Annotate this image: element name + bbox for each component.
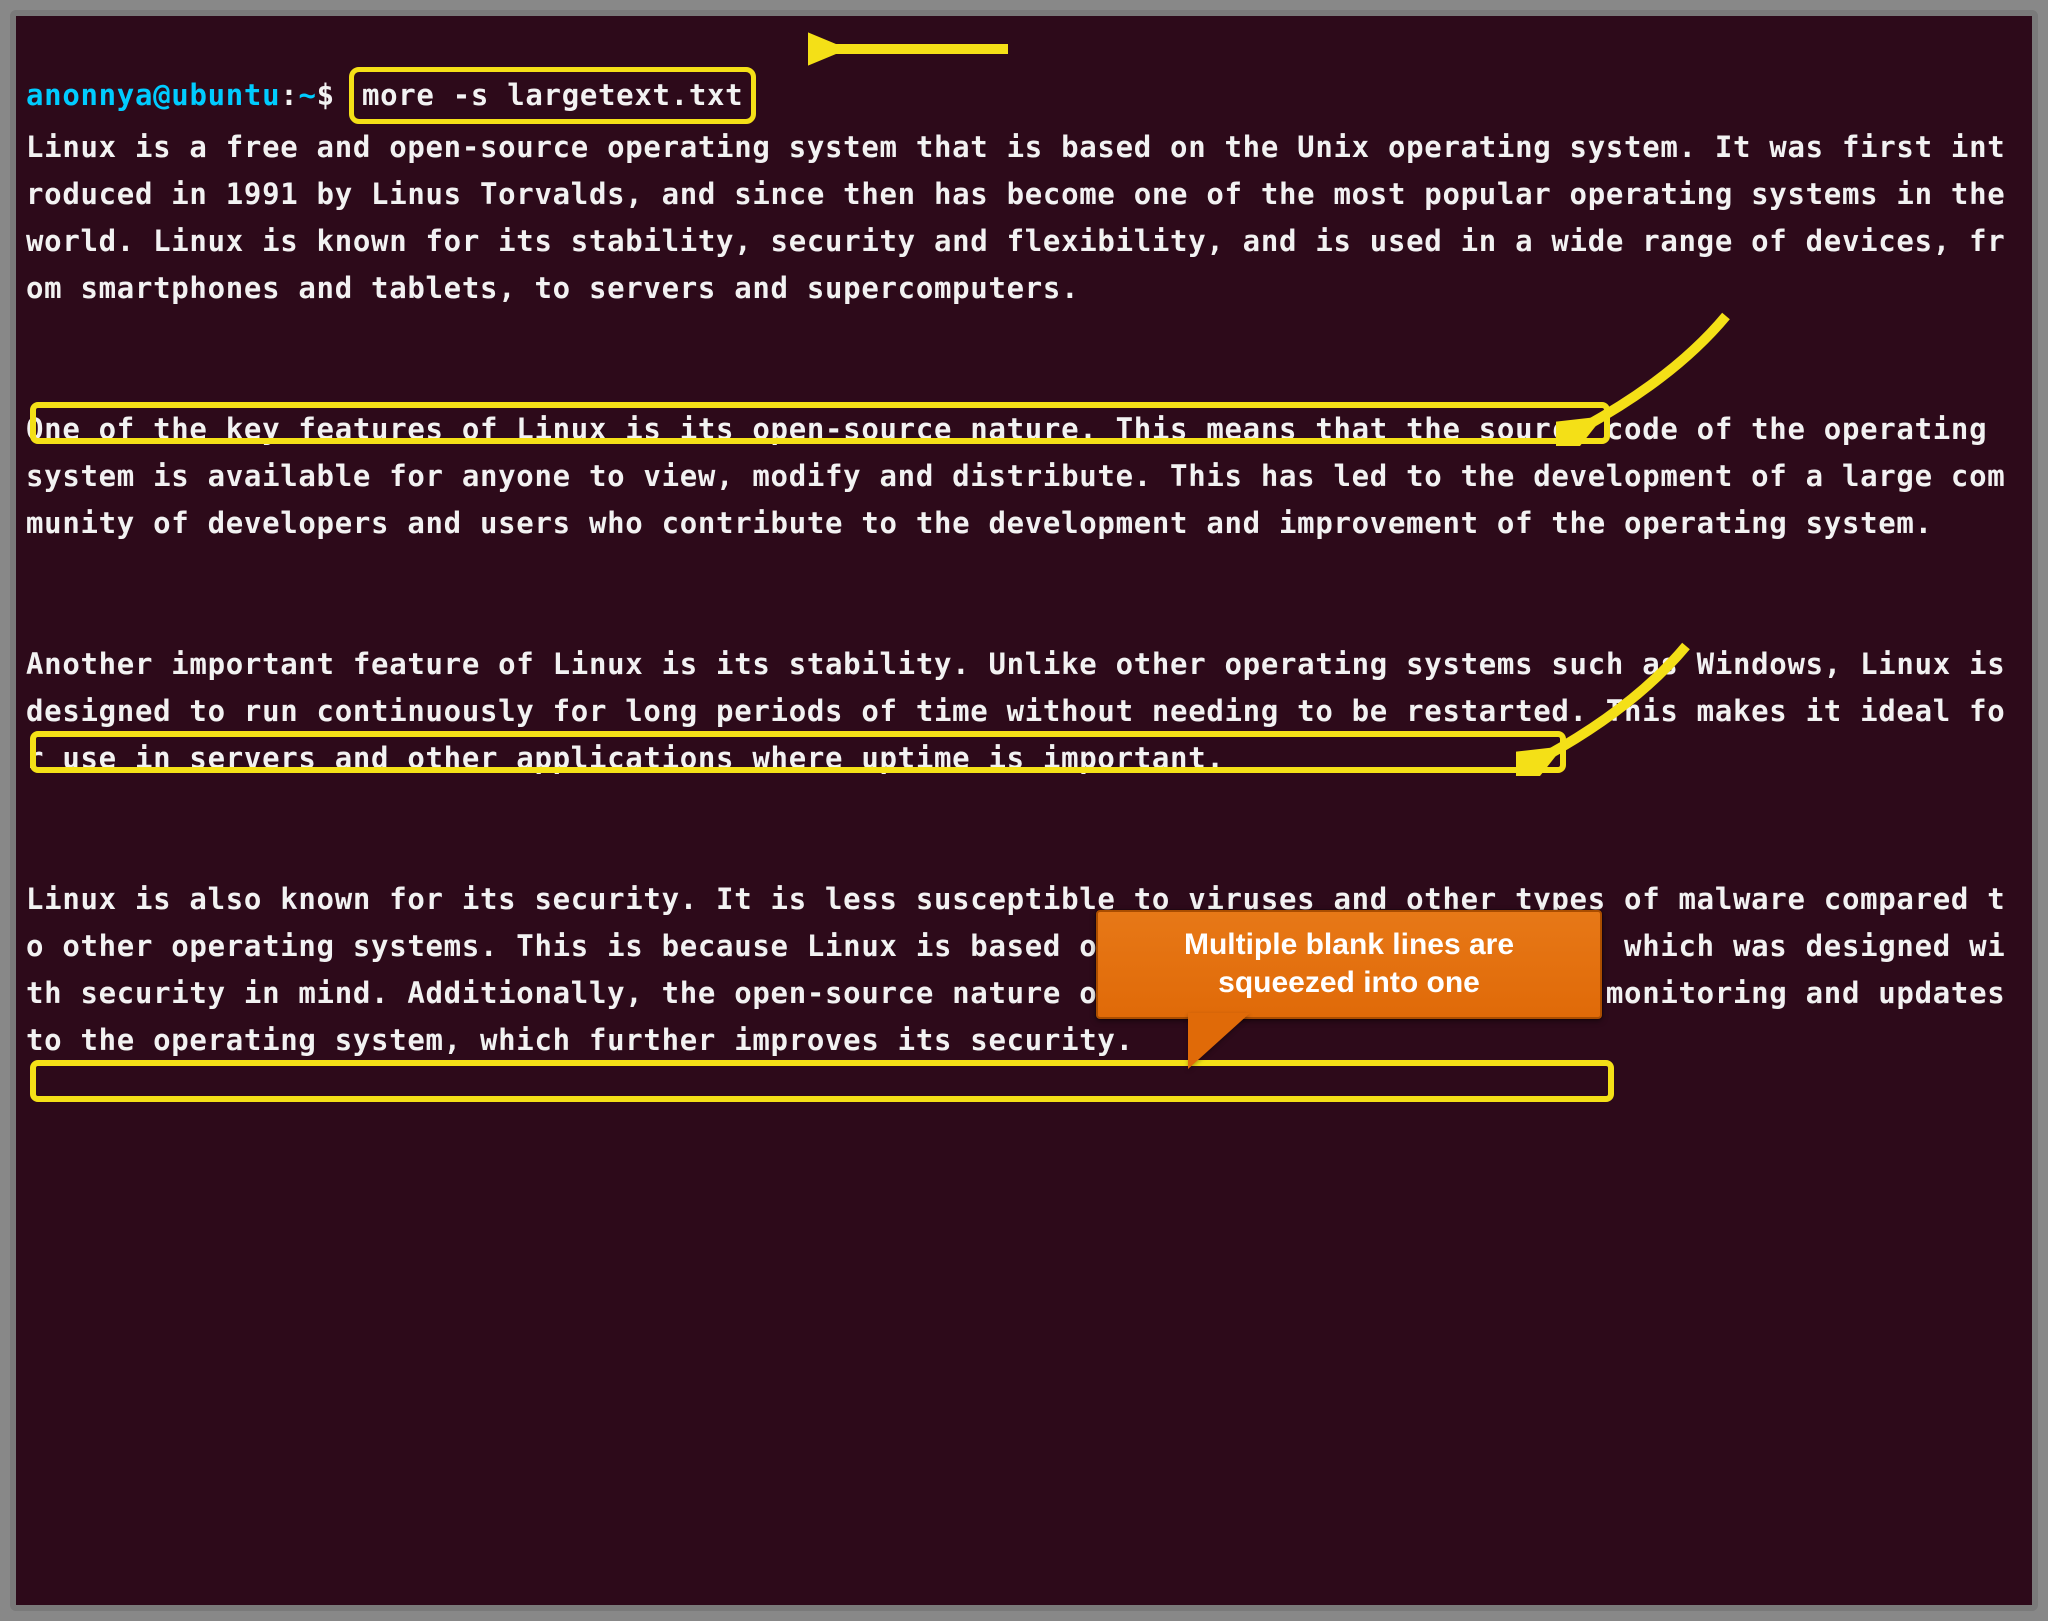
callout-tail-icon	[1188, 1013, 1250, 1069]
prompt-path: ~	[298, 78, 316, 112]
blank-line-highlight-1	[30, 402, 1610, 444]
prompt-user: anonnya	[26, 78, 153, 112]
terminal-window: anonnya@ubuntu:~$ more -s largetext.txt …	[10, 10, 2038, 1611]
prompt-line: anonnya@ubuntu:~$ more -s largetext.txt	[26, 78, 756, 112]
prompt-dollar: $	[317, 78, 335, 112]
annotation-callout: Multiple blank lines are squeezed into o…	[1096, 910, 1602, 1019]
blank-line-highlight-2	[30, 731, 1566, 773]
terminal-output[interactable]: anonnya@ubuntu:~$ more -s largetext.txt …	[16, 16, 2032, 1605]
prompt-sep: :	[280, 78, 298, 112]
blank-line-highlight-3	[30, 1060, 1614, 1102]
prompt-host: ubuntu	[171, 78, 280, 112]
output-paragraph-1: Linux is a free and open-source operatin…	[26, 124, 2022, 312]
callout-text-line2: squeezed into one	[1110, 964, 1588, 1002]
entered-command[interactable]: more -s largetext.txt	[362, 78, 743, 112]
callout-text-line1: Multiple blank lines are	[1110, 926, 1588, 964]
output-paragraph-4: Linux is also known for its security. It…	[26, 876, 2022, 1064]
command-highlight-box: more -s largetext.txt	[349, 67, 756, 124]
prompt-at: @	[153, 78, 171, 112]
